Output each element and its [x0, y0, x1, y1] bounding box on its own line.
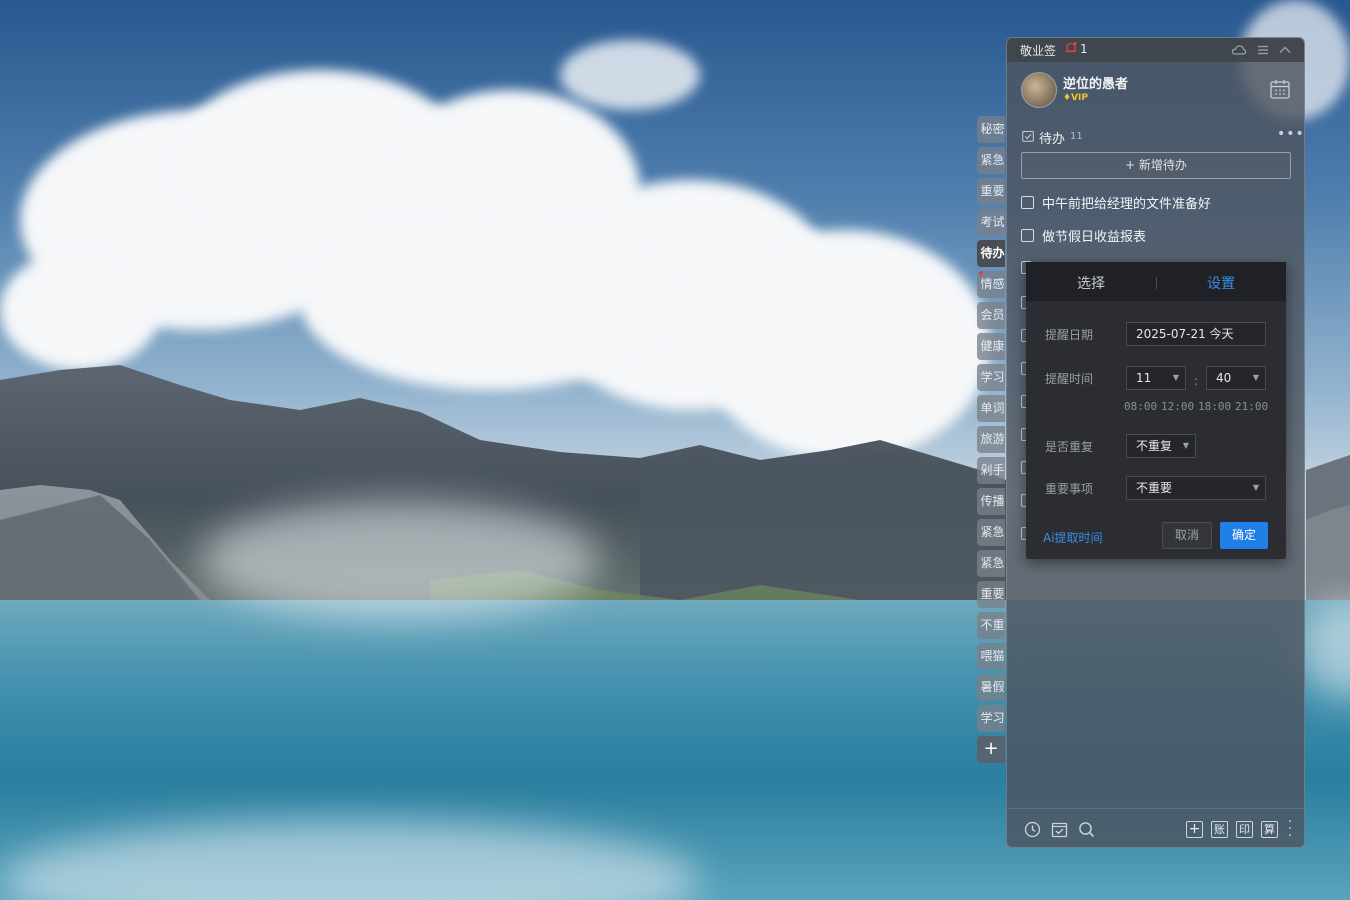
add-category-button[interactable]: +	[977, 736, 1005, 763]
category-tab[interactable]: 剁手	[977, 457, 1005, 484]
category-tab-strip: 秘密 紧急 重要 考试 待办 情感 会员 健康 学习 单词 旅游 剁手 传播 紧急 紧急 重要 不重 喂猫 暑假 学习…	[977, 116, 1007, 763]
calculator-button[interactable]: 算	[1261, 821, 1278, 838]
repeat-label: 是否重复	[1045, 440, 1094, 454]
quick-time-1800[interactable]: 18:00	[1198, 400, 1231, 413]
hour-select[interactable]: 11 ▼	[1126, 366, 1186, 390]
diamond-icon: ♦	[1063, 93, 1072, 103]
chevron-down-icon: ▼	[1172, 373, 1179, 382]
print-button[interactable]: 印	[1236, 821, 1253, 838]
avatar[interactable]	[1021, 72, 1057, 108]
chevron-down-icon: ▼	[1252, 483, 1259, 492]
hour-value: 11	[1136, 371, 1152, 385]
time-separator: :	[1194, 374, 1199, 388]
minute-select[interactable]: 40 ▼	[1206, 366, 1266, 390]
category-tab[interactable]: 单词	[977, 395, 1005, 422]
date-label: 提醒日期	[1045, 328, 1094, 342]
category-tab[interactable]: 暑假	[977, 674, 1005, 701]
todo-item-text[interactable]: 做节假日收益报表	[1042, 226, 1146, 245]
minute-value: 40	[1216, 371, 1232, 385]
ai-extract-time-link[interactable]: Ai提取时间	[1043, 529, 1103, 546]
todo-checkbox[interactable]	[1021, 196, 1034, 209]
clock-icon[interactable]	[1024, 821, 1041, 838]
importance-select[interactable]: 不重要 ▼	[1126, 476, 1266, 500]
importance-label: 重要事项	[1045, 482, 1094, 496]
category-tab[interactable]: 重要	[977, 178, 1005, 205]
category-tab[interactable]: 传播	[977, 488, 1005, 515]
add-box-icon[interactable]: +	[1186, 821, 1203, 838]
importance-value: 不重要	[1136, 481, 1173, 495]
username[interactable]: 逆位的愚者	[1063, 73, 1128, 92]
todo-count: 11	[1070, 131, 1083, 142]
category-tab[interactable]: 考试	[977, 209, 1005, 236]
checklist-icon[interactable]	[1051, 821, 1068, 838]
category-tab[interactable]: 紧急	[977, 519, 1005, 546]
quick-time-1200[interactable]: 12:00	[1161, 400, 1194, 413]
chevron-down-icon: ▼	[1252, 373, 1259, 382]
category-tab[interactable]: 健康	[977, 333, 1005, 360]
time-label: 提醒时间	[1045, 372, 1094, 386]
category-tab[interactable]: 重要	[977, 581, 1005, 608]
account-button[interactable]: 账	[1211, 821, 1228, 838]
todo-item-text[interactable]: 中午前把给经理的文件准备好	[1042, 193, 1211, 212]
cancel-button[interactable]: 取消	[1162, 522, 1212, 549]
repeat-select[interactable]: 不重复 ▼	[1126, 434, 1196, 458]
more-vertical-icon[interactable]: · · ·	[1287, 815, 1293, 843]
category-tab[interactable]: 秘密	[977, 116, 1005, 143]
date-field[interactable]: 2025-07-21 今天	[1126, 322, 1266, 346]
vip-label: VIP	[1071, 93, 1088, 103]
active-tab-dot	[979, 271, 983, 275]
quick-time-0800[interactable]: 08:00	[1124, 400, 1157, 413]
category-tab[interactable]: 紧急	[977, 147, 1005, 174]
quick-time-2100[interactable]: 21:00	[1235, 400, 1268, 413]
popup-tabs: 选择 设置	[1026, 262, 1286, 301]
todo-title: 待办	[1039, 132, 1066, 147]
bottom-toolbar: + 账 印 算 · · ·	[1007, 808, 1304, 849]
calendar-icon[interactable]	[1269, 78, 1291, 100]
date-value: 2025-07-21 今天	[1136, 327, 1234, 341]
category-tab[interactable]: 喂猫	[977, 643, 1005, 670]
category-tab[interactable]: 学习	[977, 364, 1005, 391]
more-options-icon[interactable]: •••	[1277, 126, 1305, 142]
tab-select[interactable]: 选择	[1026, 273, 1156, 293]
add-todo-button[interactable]: + 新增待办	[1021, 152, 1291, 179]
todo-header: 待办 11 •••	[1007, 120, 1304, 152]
category-tab[interactable]: 会员	[977, 302, 1005, 329]
chevron-down-icon: ▼	[1182, 441, 1189, 450]
category-tab[interactable]: 待办	[977, 240, 1005, 267]
confirm-button[interactable]: 确定	[1220, 522, 1268, 549]
category-tab[interactable]: 情感	[977, 271, 1005, 298]
vip-badge: ♦VIP	[1063, 93, 1088, 103]
reminder-popup: 选择 设置 提醒日期 2025-07-21 今天 提醒时间 11 ▼ : 40 …	[1026, 262, 1286, 559]
user-row: 逆位的愚者 ♦VIP	[1007, 38, 1304, 118]
todo-check-icon	[1022, 131, 1034, 142]
category-tab[interactable]: 不重	[977, 612, 1005, 639]
tab-settings[interactable]: 设置	[1156, 273, 1286, 293]
category-tab[interactable]: 旅游	[977, 426, 1005, 453]
category-tab[interactable]: 学习	[977, 705, 1005, 732]
repeat-value: 不重复	[1136, 439, 1173, 453]
search-icon[interactable]	[1078, 821, 1095, 838]
category-tab[interactable]: 紧急	[977, 550, 1005, 577]
todo-checkbox[interactable]	[1021, 229, 1034, 242]
mist	[200, 500, 600, 620]
